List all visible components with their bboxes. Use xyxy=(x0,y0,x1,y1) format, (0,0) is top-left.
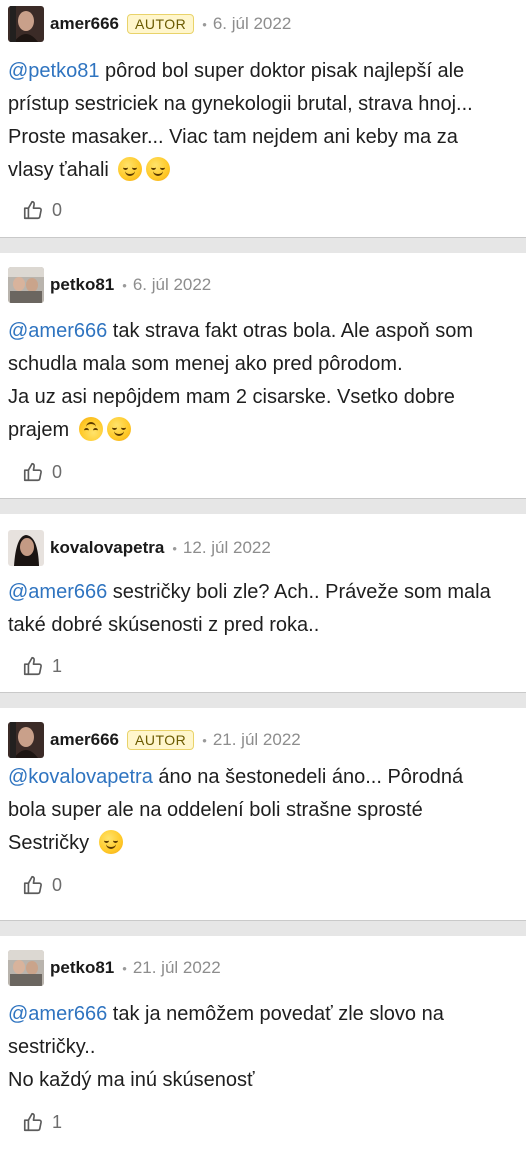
comment: kovalovapetra • 12. júl 2022 @amer666 se… xyxy=(0,514,526,692)
text-line: Ja uz asi nepôjdem mam 2 cisarske. Vsetk… xyxy=(8,386,455,408)
like-count: 0 xyxy=(52,874,63,895)
comment: amer666 AUTOR • 6. júl 2022 @petko81 pôr… xyxy=(0,0,526,237)
comment-separator xyxy=(0,920,526,936)
text-line: sestričky boli zle? Ach.. Práveže som ma… xyxy=(107,581,491,603)
like-control[interactable]: 0 xyxy=(22,874,62,896)
mention-link[interactable]: @amer666 xyxy=(8,581,107,603)
like-control[interactable]: 1 xyxy=(22,1111,62,1133)
thumbs-up-icon[interactable] xyxy=(22,874,44,896)
text-line: sestričky.. xyxy=(8,1036,96,1058)
comment-date: 6. júl 2022 xyxy=(212,14,292,33)
mention-link[interactable]: @amer666 xyxy=(8,320,107,342)
text-line: schudla mala som menej ako pred pôrodom. xyxy=(8,353,403,375)
smirking-face-emoji xyxy=(146,157,171,181)
text-line: Sestričky xyxy=(8,832,90,854)
avatar[interactable] xyxy=(8,530,44,566)
text-line: pôrod bol super doktor pisak najlepší al… xyxy=(99,60,465,82)
text-line: také dobré skúsenosti z pred roka.. xyxy=(8,614,320,636)
author-badge: AUTOR xyxy=(127,14,195,34)
separator-dot: • xyxy=(172,540,177,556)
comment-text: @petko81 pôrod bol super doktor pisak na… xyxy=(8,55,516,187)
username[interactable]: amer666 xyxy=(50,730,119,750)
comment-date: 21. júl 2022 xyxy=(132,958,221,977)
thumbs-up-icon[interactable] xyxy=(22,199,44,221)
thumbs-up-icon[interactable] xyxy=(22,655,44,677)
thumbs-up-icon[interactable] xyxy=(22,1111,44,1133)
text-line: Proste masaker... Viac tam nejdem ani ke… xyxy=(8,126,458,148)
avatar[interactable] xyxy=(8,267,44,303)
author-badge: AUTOR xyxy=(127,730,195,750)
thumbs-up-icon[interactable] xyxy=(22,461,44,483)
comment-header: kovalovapetra • 12. júl 2022 xyxy=(8,530,271,566)
text-line: tak ja nemôžem povedať zle slovo na xyxy=(107,1003,444,1025)
smirking-face-emoji xyxy=(118,157,143,181)
like-control[interactable]: 0 xyxy=(22,199,62,221)
comment-header: petko81 • 21. júl 2022 xyxy=(8,950,221,986)
comment-date: 12. júl 2022 xyxy=(182,538,271,557)
comment-separator xyxy=(0,498,526,514)
separator-dot: • xyxy=(122,277,127,293)
comment-date: 21. júl 2022 xyxy=(212,730,301,749)
avatar[interactable] xyxy=(8,722,44,758)
text-line: áno na šestonedeli áno... Pôrodná xyxy=(152,766,464,788)
username[interactable]: kovalovapetra xyxy=(50,538,164,558)
like-control[interactable]: 0 xyxy=(22,461,62,483)
comment: amer666 AUTOR • 21. júl 2022 @kovalovape… xyxy=(0,708,526,920)
like-count: 1 xyxy=(52,655,63,676)
text-line: tak strava fakt otras bola. Ale aspoň so… xyxy=(107,320,473,342)
text-line: vlasy ťahali xyxy=(8,159,109,181)
like-control[interactable]: 1 xyxy=(22,655,62,677)
mention-link[interactable]: @petko81 xyxy=(8,60,99,82)
comment-date: 6. júl 2022 xyxy=(132,275,212,294)
username[interactable]: petko81 xyxy=(50,958,114,978)
smirking-face-emoji xyxy=(98,830,123,854)
mention-link[interactable]: @kovalovapetra xyxy=(8,766,153,788)
like-count: 0 xyxy=(52,461,63,482)
comment-separator xyxy=(0,692,526,708)
comment: petko81 • 6. júl 2022 @amer666 tak strav… xyxy=(0,253,526,498)
text-line: prajem xyxy=(8,419,70,441)
smiling-face-emoji xyxy=(106,417,131,441)
comment-header: amer666 AUTOR • 21. júl 2022 xyxy=(8,722,301,758)
comment-text: @amer666 tak ja nemôžem povedať zle slov… xyxy=(8,998,516,1097)
comment-text: @amer666 sestričky boli zle? Ach.. Práve… xyxy=(8,576,516,642)
comment-header: petko81 • 6. júl 2022 xyxy=(8,267,211,303)
like-count: 0 xyxy=(52,199,63,220)
comment-header: amer666 AUTOR • 6. júl 2022 xyxy=(8,6,291,42)
comment-separator xyxy=(0,237,526,253)
text-line: No každý ma inú skúsenosť xyxy=(8,1069,255,1091)
upside-down-face-emoji xyxy=(78,417,103,441)
comment: petko81 • 21. júl 2022 @amer666 tak ja n… xyxy=(0,936,526,1166)
separator-dot: • xyxy=(202,732,207,748)
username[interactable]: petko81 xyxy=(50,275,114,295)
mention-link[interactable]: @amer666 xyxy=(8,1003,107,1025)
like-count: 1 xyxy=(52,1111,63,1132)
avatar[interactable] xyxy=(8,950,44,986)
separator-dot: • xyxy=(202,16,207,32)
text-line: prístup sestriciek na gynekologii brutal… xyxy=(8,93,473,115)
text-line: bola super ale na oddelení boli strašne … xyxy=(8,799,423,821)
avatar[interactable] xyxy=(8,6,44,42)
username[interactable]: amer666 xyxy=(50,14,119,34)
comment-text: @kovalovapetra áno na šestonedeli áno...… xyxy=(8,761,516,860)
comment-text: @amer666 tak strava fakt otras bola. Ale… xyxy=(8,315,516,447)
separator-dot: • xyxy=(122,960,127,976)
